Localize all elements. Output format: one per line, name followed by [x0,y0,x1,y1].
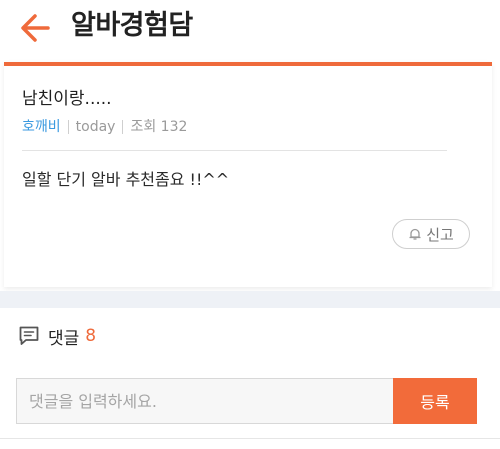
post-body: 일할 단기 알바 추천좀요 !!^^ [22,170,230,189]
comment-icon [19,326,39,345]
comments-label: 댓글 [48,328,80,349]
post-date: today [75,119,116,135]
comment-input-row: 등록 [16,378,477,424]
page-title: 알바경험담 [71,10,193,41]
meta-separator [67,120,69,134]
bell-icon [409,228,421,240]
arrow-left-icon [21,14,50,42]
report-button[interactable]: 신고 [392,219,470,249]
comments-count: 8 [85,326,97,346]
post-meta: 호깨비 today 조회 132 [22,117,187,137]
comment-input[interactable] [16,378,393,424]
divider [22,150,447,151]
post-views: 조회 132 [130,119,188,135]
post-author[interactable]: 호깨비 [22,117,61,137]
back-button[interactable] [18,10,58,46]
post-title: 남친이랑..... [22,89,112,109]
report-label: 신고 [426,225,454,244]
section-separator [0,291,500,308]
post-card: 남친이랑..... 호깨비 today 조회 132 일할 단기 알바 추천좀요… [4,62,492,287]
app-bar: 알바경험담 [0,0,500,62]
submit-comment-button[interactable]: 등록 [393,378,477,424]
meta-separator [122,120,124,134]
bottom-divider [0,438,500,439]
comments-header: 댓글 8 [17,322,96,350]
